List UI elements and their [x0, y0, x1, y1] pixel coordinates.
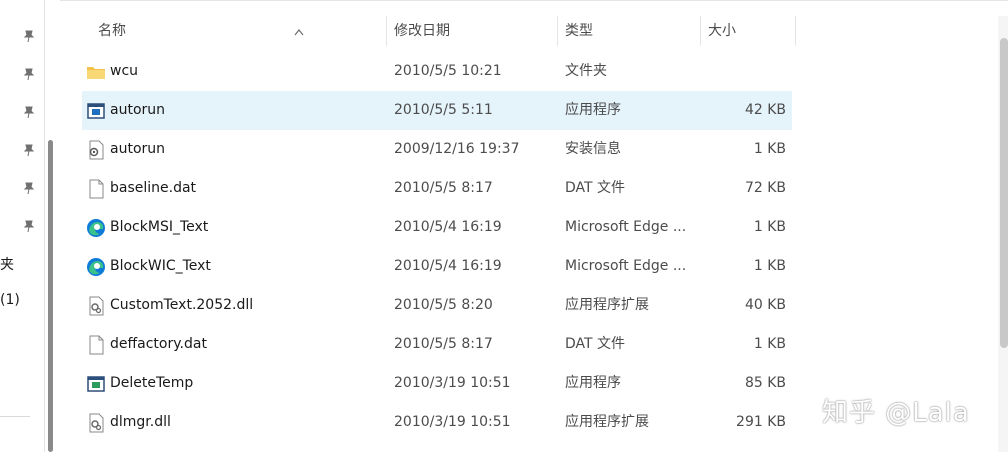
edge-icon [86, 257, 106, 277]
dll-icon [86, 413, 106, 433]
column-date-header[interactable]: 修改日期 [386, 16, 558, 46]
pin-icon[interactable] [22, 142, 36, 157]
navigation-pane: 夹 (1) [0, 0, 45, 452]
nav-divider [0, 416, 30, 417]
file-type: Microsoft Edge ... [565, 219, 687, 235]
file-icon [86, 335, 106, 355]
file-type: Microsoft Edge ... [565, 258, 687, 274]
column-size-header[interactable]: 大小 [700, 16, 795, 46]
file-type: DAT 文件 [565, 336, 626, 352]
file-date: 2010/5/5 10:21 [394, 63, 502, 79]
file-name: autorun [110, 141, 166, 157]
file-name: wcu [110, 63, 139, 79]
file-list: wcu 2010/5/5 10:21 文件夹 autorun 2010/5/5 … [82, 52, 792, 442]
file-row[interactable]: BlockMSI_Text 2010/5/4 16:19 Microsoft E… [82, 208, 792, 247]
file-size: 42 KB [744, 102, 786, 118]
file-date: 2010/5/4 16:19 [394, 219, 502, 235]
pin-icon[interactable] [22, 66, 36, 81]
pin-icon[interactable] [22, 104, 36, 119]
file-row[interactable]: wcu 2010/5/5 10:21 文件夹 [82, 52, 792, 91]
file-date: 2010/3/19 10:51 [394, 414, 511, 430]
file-size: 1 KB [753, 141, 786, 157]
dll-icon [86, 296, 106, 316]
file-type: 应用程序扩展 [565, 414, 649, 430]
file-row[interactable]: BlockWIC_Text 2010/5/4 16:19 Microsoft E… [82, 247, 792, 286]
file-name: autorun [110, 102, 166, 118]
file-type: 应用程序 [565, 375, 621, 391]
file-row[interactable]: autorun 2009/12/16 19:37 安装信息 1 KB [82, 130, 792, 169]
scrollbar-thumb[interactable] [1000, 38, 1008, 348]
file-date: 2009/12/16 19:37 [394, 141, 520, 157]
column-separator[interactable] [795, 16, 796, 46]
pin-icon[interactable] [22, 218, 36, 233]
file-date: 2010/5/5 8:20 [394, 297, 493, 313]
file-size: 1 KB [753, 258, 786, 274]
file-row[interactable]: CustomText.2052.dll 2010/5/5 8:20 应用程序扩展… [82, 286, 792, 325]
application-icon [86, 101, 106, 121]
top-divider [60, 0, 1008, 1]
file-row[interactable]: baseline.dat 2010/5/5 8:17 DAT 文件 72 KB [82, 169, 792, 208]
file-size: 1 KB [753, 219, 786, 235]
file-type: 安装信息 [565, 141, 621, 157]
setup-info-icon [86, 140, 106, 160]
sort-ascending-icon [294, 29, 304, 36]
file-size: 291 KB [736, 414, 786, 430]
file-type: DAT 文件 [565, 180, 626, 196]
file-name: dlmgr.dll [110, 414, 171, 430]
edge-icon [86, 218, 106, 238]
file-name: deffactory.dat [110, 336, 207, 352]
file-date: 2010/3/19 10:51 [394, 375, 511, 391]
folder-icon [86, 62, 106, 82]
file-type: 应用程序 [565, 102, 621, 118]
column-type-header[interactable]: 类型 [557, 16, 700, 46]
file-size: 85 KB [744, 375, 786, 391]
file-icon [86, 179, 106, 199]
file-date: 2010/5/5 8:17 [394, 180, 493, 196]
file-name: baseline.dat [110, 180, 197, 196]
nav-scrollbar[interactable] [48, 140, 53, 452]
file-size: 72 KB [744, 180, 786, 196]
pin-icon[interactable] [22, 28, 36, 43]
file-name: CustomText.2052.dll [110, 297, 254, 313]
nav-item-folder[interactable]: 夹 [0, 254, 14, 274]
file-size: 40 KB [744, 297, 786, 313]
file-type: 应用程序扩展 [565, 297, 649, 313]
file-row[interactable]: dlmgr.dll 2010/3/19 10:51 应用程序扩展 291 KB [82, 403, 792, 442]
watermark-text: 知乎 @Lala [822, 398, 970, 428]
file-date: 2010/5/4 16:19 [394, 258, 502, 274]
file-date: 2010/5/5 5:11 [394, 102, 493, 118]
file-row[interactable]: DeleteTemp 2010/3/19 10:51 应用程序 85 KB [82, 364, 792, 403]
file-type: 文件夹 [565, 63, 607, 79]
application-icon [86, 374, 106, 394]
nav-item-count[interactable]: (1) [0, 292, 20, 308]
file-row[interactable]: deffactory.dat 2010/5/5 8:17 DAT 文件 1 KB [82, 325, 792, 364]
file-name: BlockWIC_Text [110, 258, 211, 274]
file-date: 2010/5/5 8:17 [394, 336, 493, 352]
file-row-selected[interactable]: autorun 2010/5/5 5:11 应用程序 42 KB [82, 91, 792, 130]
file-size: 1 KB [753, 336, 786, 352]
file-name: DeleteTemp [110, 375, 194, 391]
column-header: 名称 修改日期 类型 大小 [60, 16, 800, 46]
column-name-header[interactable]: 名称 [90, 16, 386, 46]
pin-icon[interactable] [22, 180, 36, 195]
file-name: BlockMSI_Text [110, 219, 209, 235]
